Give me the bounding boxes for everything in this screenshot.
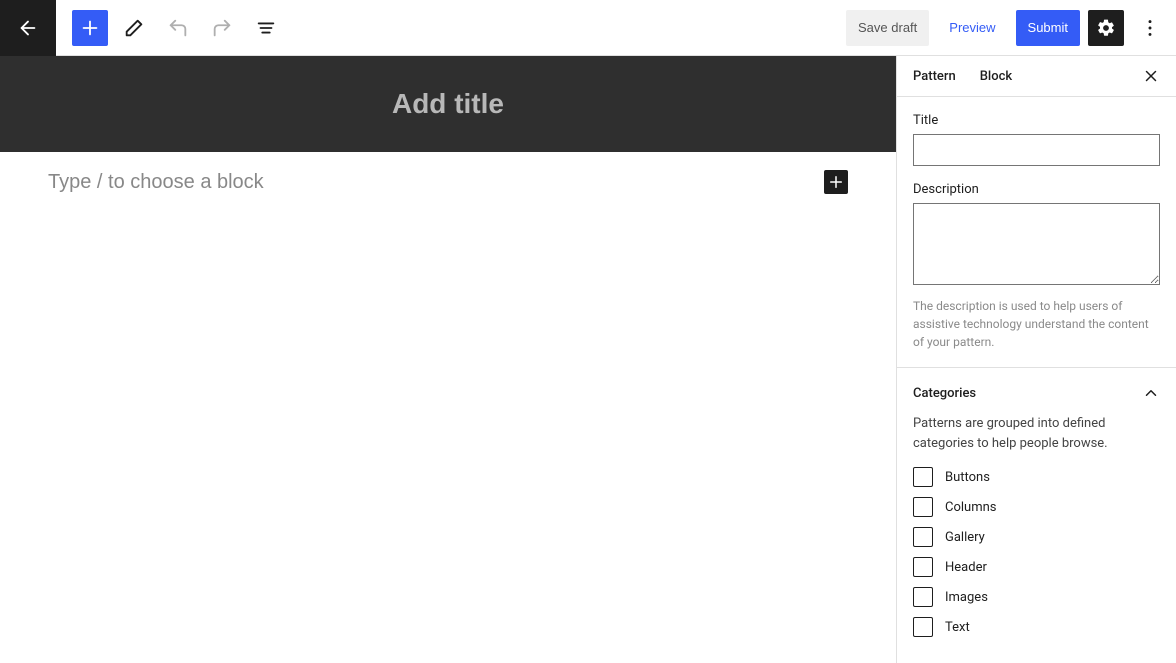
category-item: Buttons <box>913 467 1160 487</box>
plus-icon <box>827 173 845 191</box>
toolbar-right: Save draft Preview Submit <box>846 10 1176 46</box>
topbar: Save draft Preview Submit <box>0 0 1176 56</box>
category-item: Gallery <box>913 527 1160 547</box>
categories-list: Buttons Columns Gallery Header Images Text <box>913 467 1160 637</box>
categories-section-toggle[interactable]: Categories <box>913 384 1160 402</box>
document-overview-button[interactable] <box>248 10 284 46</box>
redo-icon <box>211 17 233 39</box>
tab-pattern[interactable]: Pattern <box>913 69 956 84</box>
description-help-text: The description is used to help users of… <box>913 297 1160 351</box>
block-prompt-input[interactable] <box>48 171 812 194</box>
title-field-label: Title <box>913 113 1160 128</box>
description-field-label: Description <box>913 182 1160 197</box>
post-title-block <box>0 56 896 152</box>
back-button[interactable] <box>0 0 56 56</box>
category-checkbox[interactable] <box>913 557 933 577</box>
pencil-icon <box>123 17 145 39</box>
category-label: Gallery <box>945 530 985 545</box>
category-item: Columns <box>913 497 1160 517</box>
default-block-row <box>0 152 896 212</box>
inline-add-block-button[interactable] <box>824 170 848 194</box>
category-checkbox[interactable] <box>913 587 933 607</box>
categories-section-label: Categories <box>913 386 976 401</box>
category-checkbox[interactable] <box>913 527 933 547</box>
category-checkbox[interactable] <box>913 617 933 637</box>
title-description-section: Title Description The description is use… <box>897 97 1176 368</box>
category-label: Header <box>945 560 987 575</box>
redo-button <box>204 10 240 46</box>
category-label: Images <box>945 590 988 605</box>
editor-canvas <box>0 56 896 663</box>
category-label: Buttons <box>945 470 990 485</box>
chevron-up-icon <box>1142 384 1160 402</box>
description-field-textarea[interactable] <box>913 203 1160 285</box>
add-block-toggle-button[interactable] <box>72 10 108 46</box>
title-field-input[interactable] <box>913 134 1160 166</box>
category-label: Columns <box>945 500 997 515</box>
category-checkbox[interactable] <box>913 497 933 517</box>
close-sidebar-button[interactable] <box>1142 67 1160 85</box>
category-label: Text <box>945 620 970 635</box>
categories-desc-text: Patterns are grouped into defined catego… <box>913 414 1160 453</box>
category-item: Header <box>913 557 1160 577</box>
save-draft-button[interactable]: Save draft <box>846 10 929 46</box>
category-item: Text <box>913 617 1160 637</box>
close-icon <box>1142 67 1160 85</box>
preview-button[interactable]: Preview <box>937 10 1007 46</box>
edit-mode-button[interactable] <box>116 10 152 46</box>
categories-section: Categories Patterns are grouped into def… <box>897 368 1176 663</box>
tab-block[interactable]: Block <box>980 69 1012 84</box>
plus-icon <box>79 17 101 39</box>
list-icon <box>255 17 277 39</box>
sidebar-tabs: Pattern Block <box>897 56 1176 97</box>
undo-icon <box>167 17 189 39</box>
more-vertical-icon <box>1139 17 1161 39</box>
category-item: Images <box>913 587 1160 607</box>
submit-button[interactable]: Submit <box>1016 10 1080 46</box>
category-checkbox[interactable] <box>913 467 933 487</box>
toolbar-left <box>56 10 284 46</box>
settings-sidebar: Pattern Block Title Description The desc… <box>896 56 1176 663</box>
undo-button <box>160 10 196 46</box>
post-title-input[interactable] <box>90 88 807 120</box>
arrow-left-icon <box>17 17 39 39</box>
gear-icon <box>1096 18 1116 38</box>
settings-button[interactable] <box>1088 10 1124 46</box>
more-options-button[interactable] <box>1132 10 1168 46</box>
